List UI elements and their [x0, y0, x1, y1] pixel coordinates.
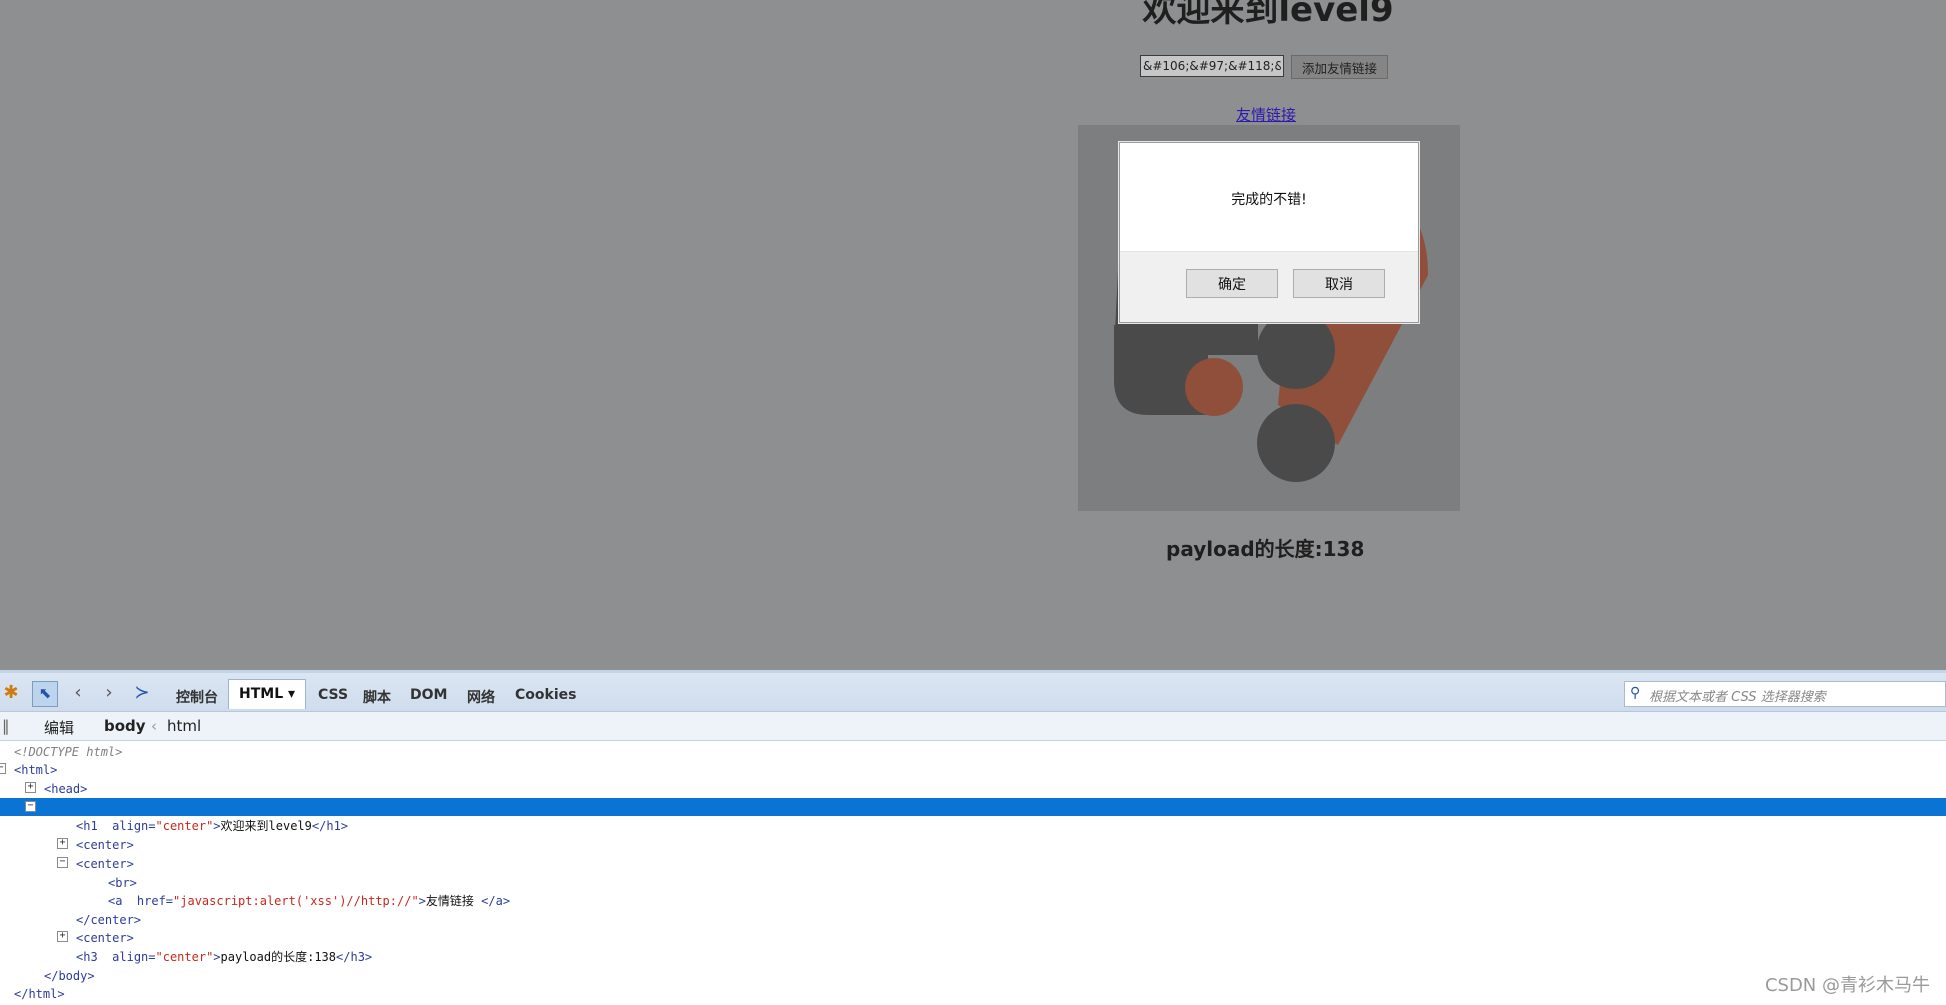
- dialog-footer: 确定 取消: [1120, 251, 1418, 322]
- forward-icon[interactable]: ›: [98, 682, 120, 704]
- tab-css[interactable]: CSS: [318, 687, 348, 703]
- edit-button[interactable]: 编辑: [44, 717, 74, 738]
- tab-network[interactable]: 网络: [467, 687, 495, 707]
- dropdown-arrow-icon: ▾: [288, 686, 296, 702]
- payload-input[interactable]: [1140, 55, 1284, 77]
- command-line-icon[interactable]: ≻: [131, 682, 153, 704]
- search-input[interactable]: ⚲ 根据文本或者 CSS 选择器搜索: [1624, 681, 1946, 707]
- html-tree: <!DOCTYPE html> − <html> + <head> − <bod…: [0, 741, 1946, 1005]
- add-link-button[interactable]: 添加友情链接: [1291, 55, 1389, 79]
- h1-close: </h1>: [311, 819, 349, 833]
- tree-body-row[interactable]: − <body>: [0, 798, 1946, 850]
- tree-center-2[interactable]: <center>: [76, 855, 134, 873]
- tree-head[interactable]: <head>: [44, 780, 87, 798]
- devtools-toolbar: ✱ ⬉ ‹ › ≻ 控制台 HTML ▾ CSS 脚本 DOM 网络 Cooki…: [0, 670, 1946, 712]
- breadcrumb-separator-icon: ‹: [151, 717, 157, 735]
- firebug-panel: ✱ ⬉ ‹ › ≻ 控制台 HTML ▾ CSS 脚本 DOM 网络 Cooki…: [0, 670, 1946, 1005]
- web-page: 欢迎来到level9 添加友情链接 友情链接 payload的长度:138: [0, 0, 1946, 670]
- breadcrumb-toggle-icon[interactable]: ‖: [2, 717, 10, 735]
- watermark: CSDN @青衫木马牛: [1764, 975, 1930, 996]
- ok-button[interactable]: 确定: [1186, 269, 1278, 298]
- tree-br[interactable]: <br>: [108, 874, 137, 892]
- cancel-button[interactable]: 取消: [1293, 269, 1385, 298]
- tab-html[interactable]: HTML ▾: [228, 679, 307, 709]
- h1-value: "center": [155, 819, 214, 833]
- search-icon: ⚲: [1630, 685, 1641, 701]
- a-text: 友情链接: [425, 894, 474, 908]
- payload-length-text: payload的长度:138: [1166, 537, 1365, 561]
- expand-center3-icon[interactable]: +: [57, 931, 68, 942]
- tab-html-label: HTML: [239, 686, 284, 702]
- h1-text: 欢迎来到level9: [220, 819, 312, 833]
- tab-script[interactable]: 脚本: [363, 687, 391, 707]
- collapse-center2-icon[interactable]: −: [57, 857, 68, 868]
- h3-tag: <h3: [76, 950, 98, 964]
- breadcrumb: ‖ 编辑 body ‹ html: [0, 712, 1946, 741]
- collapse-html-icon[interactable]: −: [0, 763, 6, 774]
- tab-dom[interactable]: DOM: [410, 687, 447, 703]
- collapse-body-icon[interactable]: −: [25, 801, 36, 812]
- breadcrumb-html[interactable]: html: [167, 717, 201, 735]
- h3-text: payload的长度:138: [220, 950, 337, 964]
- a-close: </a>: [481, 894, 511, 908]
- tree-html-close[interactable]: </html>: [14, 985, 65, 1003]
- expand-center1-icon[interactable]: +: [57, 838, 68, 849]
- tree-html-open[interactable]: <html>: [14, 761, 57, 779]
- h1-attr: align=: [112, 819, 156, 833]
- tree-center-3[interactable]: <center>: [76, 929, 134, 947]
- link-form: 添加友情链接: [1140, 55, 1389, 79]
- tree-h3-row[interactable]: <h3 align="center">payload的长度:138</h3>: [76, 948, 372, 966]
- expand-head-icon[interactable]: +: [25, 782, 36, 793]
- page-title: 欢迎来到level9: [1142, 0, 1394, 30]
- h3-value: "center": [155, 950, 214, 964]
- a-attr: href=: [136, 894, 174, 908]
- tree-center-2-close[interactable]: </center>: [76, 911, 141, 929]
- h1-tag: <h1: [76, 819, 98, 833]
- a-value: "javascript:alert('xss')//http://": [173, 894, 419, 908]
- tree-doctype: <!DOCTYPE html>: [14, 745, 123, 759]
- tab-console[interactable]: 控制台: [176, 687, 218, 707]
- h3-attr: align=: [112, 950, 156, 964]
- a-tag: <a: [108, 894, 123, 908]
- inspect-icon[interactable]: ⬉: [32, 681, 58, 707]
- tree-h1-row[interactable]: <h1 align="center">欢迎来到level9</h1>: [76, 817, 348, 835]
- friend-link[interactable]: 友情链接: [1236, 104, 1296, 125]
- h3-close: </h3>: [336, 950, 373, 964]
- tab-cookies[interactable]: Cookies: [515, 687, 576, 703]
- tree-a-row[interactable]: <a href="javascript:alert('xss')//http:/…: [108, 892, 510, 910]
- tree-body-close[interactable]: </body>: [44, 967, 95, 985]
- alert-dialog: 完成的不错! 确定 取消: [1119, 142, 1419, 323]
- breadcrumb-body[interactable]: body: [104, 717, 146, 735]
- firebug-icon[interactable]: ✱: [0, 682, 22, 704]
- back-icon[interactable]: ‹: [67, 682, 89, 704]
- dialog-message: 完成的不错!: [1231, 192, 1307, 208]
- tree-center-1[interactable]: <center>: [76, 836, 134, 854]
- search-placeholder: 根据文本或者 CSS 选择器搜索: [1649, 690, 1826, 705]
